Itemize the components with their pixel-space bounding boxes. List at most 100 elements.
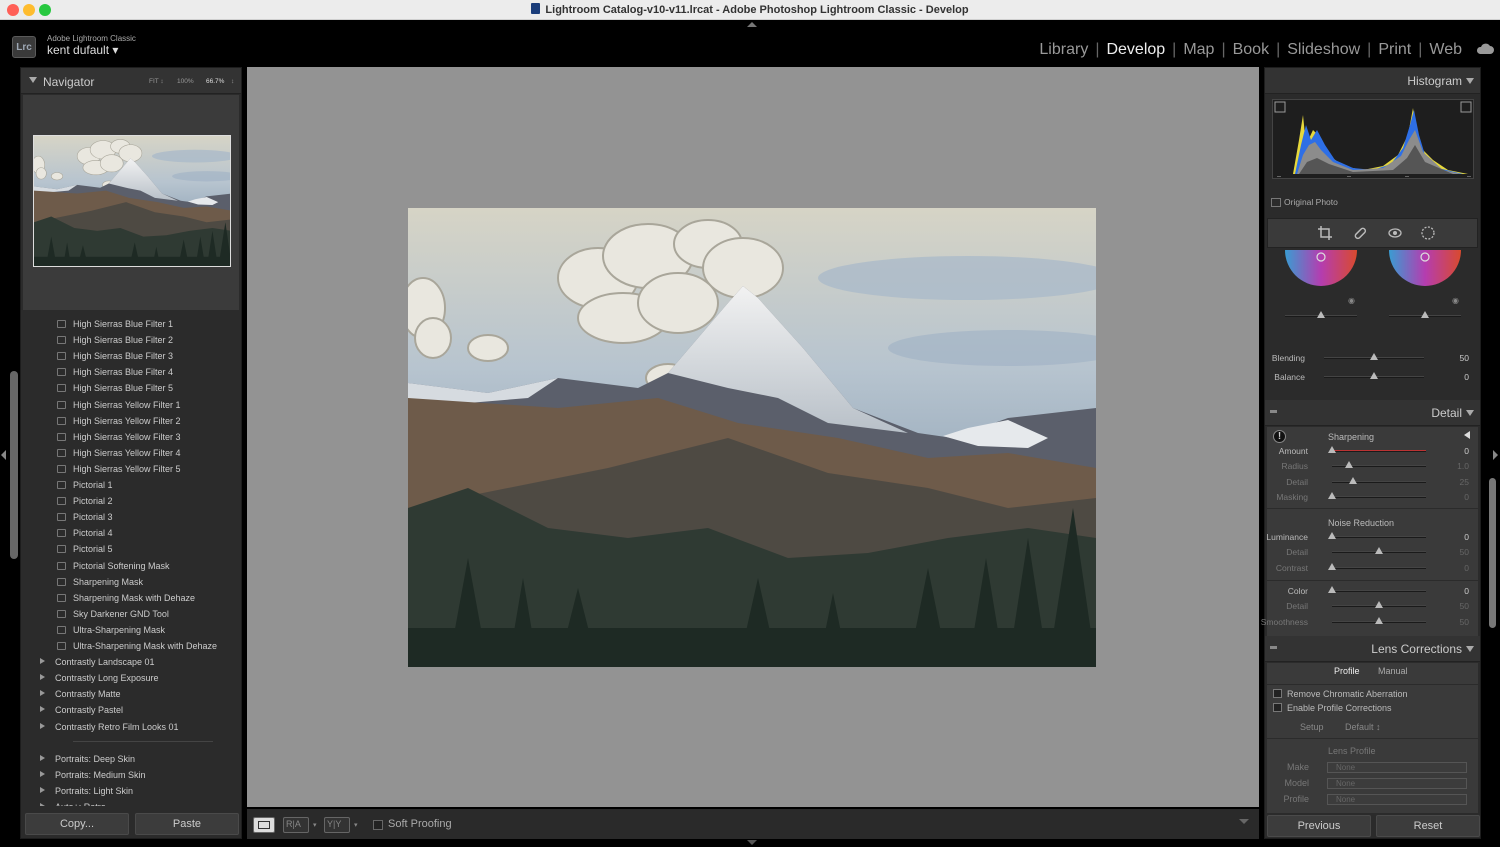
expand-triangle-icon[interactable] — [40, 674, 45, 681]
highlight-clipping-icon[interactable] — [1460, 101, 1472, 113]
preset-item[interactable]: Pictorial 2 — [23, 493, 239, 509]
preset-item[interactable]: High Sierras Blue Filter 4 — [23, 364, 239, 380]
preset-item[interactable]: Pictorial 1 — [23, 477, 239, 493]
healing-brush-icon[interactable] — [1353, 226, 1367, 240]
collapse-triangle-icon[interactable] — [1466, 646, 1474, 652]
navigator-preview[interactable] — [23, 95, 239, 310]
preset-item[interactable]: High Sierras Blue Filter 2 — [23, 332, 239, 348]
loupe-view-button[interactable] — [253, 817, 275, 833]
expand-triangle-icon[interactable] — [40, 770, 45, 777]
detail-preview-toggle-icon[interactable] — [1464, 431, 1470, 439]
previous-button[interactable]: Previous — [1267, 815, 1371, 837]
collapse-triangle-icon[interactable] — [1466, 410, 1474, 416]
expand-triangle-icon[interactable] — [40, 706, 45, 713]
toolbar-menu-chevron-icon[interactable] — [1239, 819, 1249, 824]
crop-icon[interactable] — [1318, 226, 1332, 240]
warning-icon[interactable]: ! — [1273, 430, 1286, 443]
user-name[interactable]: kent dufault ▾ — [47, 43, 118, 57]
left-panel-toggle-icon[interactable] — [1, 450, 6, 460]
collapse-triangle-icon[interactable] — [29, 77, 37, 83]
slider-thumb[interactable] — [1328, 492, 1336, 499]
module-map[interactable]: Map — [1183, 41, 1214, 58]
slider-thumb[interactable] — [1348, 477, 1357, 484]
preset-group[interactable]: Portraits: Medium Skin — [23, 767, 239, 783]
slider-track[interactable] — [1332, 481, 1426, 483]
preset-item[interactable]: High Sierras Yellow Filter 1 — [23, 397, 239, 413]
blending-value[interactable]: 50 — [1449, 353, 1469, 363]
preset-item[interactable]: Pictorial 4 — [23, 525, 239, 541]
detail-header[interactable]: Detail — [1265, 400, 1480, 426]
collapse-triangle-icon[interactable] — [1466, 78, 1474, 84]
module-book[interactable]: Book — [1233, 41, 1269, 58]
slider-value[interactable]: 25 — [1449, 477, 1469, 487]
preset-item[interactable]: High Sierras Blue Filter 1 — [23, 316, 239, 332]
slider-value[interactable]: 50 — [1449, 617, 1469, 627]
module-slideshow[interactable]: Slideshow — [1287, 41, 1360, 58]
expand-triangle-icon[interactable] — [40, 690, 45, 697]
slider-thumb[interactable] — [1370, 353, 1378, 360]
expand-triangle-icon[interactable] — [40, 786, 45, 793]
remove-chromatic-aberration-checkbox[interactable] — [1273, 689, 1282, 698]
preset-item[interactable]: High Sierras Yellow Filter 5 — [23, 461, 239, 477]
copy-button[interactable]: Copy... — [25, 813, 129, 835]
histogram-display[interactable] — [1272, 99, 1474, 179]
slider-thumb[interactable] — [1317, 311, 1325, 318]
expand-triangle-icon[interactable] — [40, 722, 45, 729]
visibility-eye-icon[interactable]: ◉ — [1348, 296, 1355, 305]
slider-thumb[interactable] — [1375, 601, 1383, 608]
cloud-icon[interactable] — [1476, 42, 1494, 55]
top-panel-toggle-icon[interactable] — [747, 22, 757, 27]
module-print[interactable]: Print — [1378, 41, 1411, 58]
original-photo-checkbox[interactable] — [1271, 198, 1281, 207]
red-eye-icon[interactable] — [1388, 226, 1402, 240]
slider-value[interactable]: 0 — [1449, 446, 1469, 456]
module-web[interactable]: Web — [1429, 41, 1462, 58]
preset-group[interactable]: Contrastly Landscape 01 — [23, 654, 239, 670]
slider-thumb[interactable] — [1328, 563, 1336, 570]
slider-value[interactable]: 0 — [1449, 492, 1469, 502]
slider-thumb[interactable] — [1421, 311, 1429, 318]
slider-track[interactable] — [1332, 450, 1426, 452]
slider-value[interactable]: 1.0 — [1449, 461, 1469, 471]
paste-button[interactable]: Paste — [135, 813, 239, 835]
preset-item[interactable]: High Sierras Yellow Filter 4 — [23, 445, 239, 461]
expand-triangle-icon[interactable] — [40, 754, 45, 761]
soft-proofing-checkbox[interactable] — [373, 820, 383, 830]
make-dropdown[interactable]: None — [1327, 762, 1467, 773]
slider-thumb[interactable] — [1370, 372, 1378, 379]
preset-item[interactable]: Pictorial 3 — [23, 509, 239, 525]
slider-thumb[interactable] — [1375, 617, 1383, 624]
tab-manual[interactable]: Manual — [1378, 666, 1408, 676]
preset-group[interactable]: Contrastly Pastel — [23, 702, 239, 718]
preset-group[interactable]: Contrastly Retro Film Looks 01 — [23, 719, 239, 735]
slider-value[interactable]: 0 — [1449, 586, 1469, 596]
slider-track[interactable] — [1332, 536, 1426, 538]
tab-profile[interactable]: Profile — [1334, 666, 1360, 676]
reset-button[interactable]: Reset — [1376, 815, 1480, 837]
preset-item[interactable]: Sky Darkener GND Tool — [23, 606, 239, 622]
left-scrollbar[interactable] — [10, 371, 18, 559]
module-library[interactable]: Library — [1039, 41, 1088, 58]
slider-track[interactable] — [1332, 590, 1426, 592]
slider-value[interactable]: 0 — [1449, 563, 1469, 573]
image-canvas[interactable] — [247, 67, 1259, 807]
slider-thumb[interactable] — [1328, 586, 1336, 593]
model-dropdown[interactable]: None — [1327, 778, 1467, 789]
zoom-stepper-icon[interactable]: ↕ — [231, 78, 234, 85]
shadow-clipping-icon[interactable] — [1274, 101, 1286, 113]
preset-item[interactable]: High Sierras Yellow Filter 2 — [23, 413, 239, 429]
right-scrollbar[interactable] — [1489, 478, 1496, 628]
expand-triangle-icon[interactable] — [40, 803, 45, 806]
preset-item[interactable]: High Sierras Yellow Filter 3 — [23, 429, 239, 445]
right-panel-toggle-icon[interactable] — [1493, 450, 1498, 460]
preset-group[interactable]: Contrastly Matte — [23, 686, 239, 702]
balance-value[interactable]: 0 — [1449, 372, 1469, 382]
masking-icon[interactable] — [1421, 226, 1435, 240]
navigator-thumbnail[interactable] — [33, 135, 231, 267]
setup-dropdown[interactable]: Default ↕ — [1345, 722, 1381, 732]
preset-item[interactable]: Ultra-Sharpening Mask — [23, 622, 239, 638]
preset-group[interactable]: Portraits: Deep Skin — [23, 751, 239, 767]
histogram-header[interactable]: Histogram — [1265, 68, 1480, 94]
before-after-top-bottom-button[interactable]: Y|Y — [324, 817, 350, 833]
panel-switch-icon[interactable] — [1270, 646, 1277, 649]
